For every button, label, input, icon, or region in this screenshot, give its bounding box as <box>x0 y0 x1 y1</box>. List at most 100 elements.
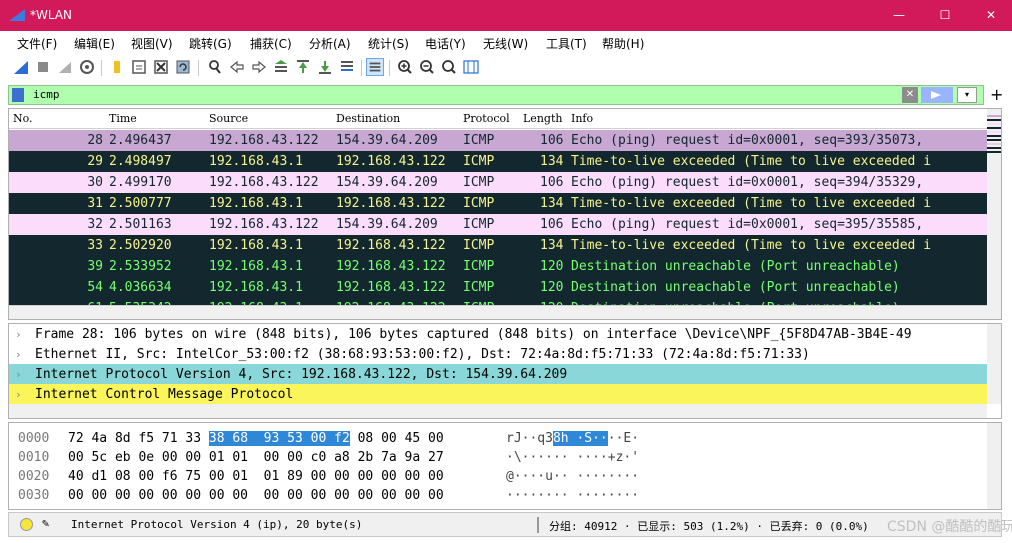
details-vertical-scrollbar[interactable] <box>987 324 1001 404</box>
expand-chevron-icon[interactable]: › <box>15 364 22 385</box>
minimap-line <box>987 143 1001 145</box>
display-filter-input[interactable]: icmp <box>33 88 60 101</box>
packet-number: 30 <box>87 175 103 190</box>
packet-row[interactable]: 39 2.533952 192.168.43.1 192.168.43.122 ICMP… <box>9 256 989 277</box>
save-icon[interactable] <box>130 58 148 76</box>
clear-filter-button[interactable]: ✕ <box>902 87 918 103</box>
restart-icon[interactable] <box>56 58 74 76</box>
ascii-bytes[interactable]: ········ ········ <box>506 486 639 505</box>
column-header-info[interactable]: Info <box>571 112 593 125</box>
packet-row[interactable]: 29 2.498497 192.168.43.1 192.168.43.122 ICMP… <box>9 151 989 172</box>
menu-capture[interactable]: 捕获(C) <box>250 35 292 52</box>
column-header-destination[interactable]: Destination <box>336 112 400 125</box>
filter-history-dropdown[interactable]: ▾ <box>957 87 977 103</box>
packet-number: 28 <box>87 133 103 148</box>
reload-icon[interactable] <box>174 58 192 76</box>
column-header-time[interactable]: Time <box>109 112 137 125</box>
expand-chevron-icon[interactable]: › <box>15 344 22 365</box>
ascii-bytes[interactable]: @····u·· ········ <box>506 467 639 486</box>
autoscroll-icon[interactable] <box>338 58 356 76</box>
packet-source: 192.168.43.1 <box>209 238 303 253</box>
menu-go[interactable]: 跳转(G) <box>189 35 232 52</box>
back-arrow-icon[interactable] <box>228 58 246 76</box>
menu-tools[interactable]: 工具(T) <box>546 35 587 52</box>
ascii-bytes[interactable]: rJ··q38h ·S····E· <box>506 429 639 448</box>
packet-row[interactable]: 54 4.036634 192.168.43.1 192.168.43.122 ICMP… <box>9 277 989 298</box>
column-header-protocol[interactable]: Protocol <box>463 112 510 125</box>
detail-tree-item[interactable]: › Frame 28: 106 bytes on wire (848 bits),… <box>9 324 987 345</box>
menu-file[interactable]: 文件(F) <box>17 35 57 52</box>
ascii-segment: @····u·· ········ <box>506 469 640 484</box>
watermark: CSDN @酷酷的酷玩 <box>887 519 1012 535</box>
expert-info-led-icon[interactable] <box>20 518 33 531</box>
menu-wireless[interactable]: 无线(W) <box>483 35 528 52</box>
packet-time: 2.500777 <box>109 196 172 211</box>
packet-list-horizontal-scrollbar[interactable] <box>9 305 987 319</box>
packet-row[interactable]: 31 2.500777 192.168.43.1 192.168.43.122 ICMP… <box>9 193 989 214</box>
hex-bytes[interactable]: 72 4a 8d f5 71 33 38 68 93 53 00 f2 08 0… <box>68 429 444 448</box>
selected-field-status: Internet Protocol Version 4 (ip), 20 byt… <box>71 518 363 531</box>
menu-analyze[interactable]: 分析(A) <box>309 35 351 52</box>
colorize-icon[interactable] <box>366 58 384 76</box>
find-icon[interactable] <box>206 58 224 76</box>
details-horizontal-scrollbar[interactable] <box>9 404 987 418</box>
capture-comment-pencil-icon[interactable]: ✎ <box>42 516 49 530</box>
column-header-length[interactable]: Length <box>523 112 562 125</box>
add-filter-button[interactable]: + <box>990 85 1003 105</box>
packet-info: Destination unreachable (Port unreachabl… <box>571 280 900 295</box>
apply-filter-button[interactable] <box>921 87 953 103</box>
packet-row[interactable]: 33 2.502920 192.168.43.1 192.168.43.122 ICMP… <box>9 235 989 256</box>
expand-chevron-icon[interactable]: › <box>15 384 22 405</box>
ascii-segment: rJ··q3 <box>506 431 553 446</box>
hex-bytes-highlighted: 38 68 93 53 00 f2 <box>208 431 350 446</box>
menu-help[interactable]: 帮助(H) <box>602 35 644 52</box>
close-file-icon[interactable] <box>152 58 170 76</box>
open-file-icon[interactable] <box>108 58 126 76</box>
hex-bytes[interactable]: 00 5c eb 0e 00 00 01 01 00 00 c0 a8 2b 7… <box>68 448 444 467</box>
packet-info: Time-to-live exceeded (Time to live exce… <box>571 238 932 253</box>
packet-time: 2.498497 <box>109 154 172 169</box>
packet-row[interactable]: 32 2.501163 192.168.43.122 154.39.64.209 ICM… <box>9 214 989 235</box>
expand-chevron-icon[interactable]: › <box>15 324 22 345</box>
column-header-no[interactable]: No. <box>13 112 33 125</box>
maximize-button[interactable]: ☐ <box>922 0 968 31</box>
packet-source: 192.168.43.1 <box>209 154 303 169</box>
hex-bytes[interactable]: 40 d1 08 00 f6 75 00 01 01 89 00 00 00 0… <box>68 467 444 486</box>
bookmark-icon[interactable] <box>12 88 24 102</box>
packet-length: 120 <box>540 280 564 295</box>
column-header-source[interactable]: Source <box>209 112 248 125</box>
ascii-bytes[interactable]: ·\······ ····+z·' <box>506 448 639 467</box>
bytes-vertical-scrollbar[interactable] <box>987 423 1001 509</box>
detail-tree-item[interactable]: › Internet Control Message Protocol <box>9 384 987 405</box>
packet-time: 2.496437 <box>109 133 172 148</box>
zoom-out-icon[interactable] <box>418 58 436 76</box>
forward-arrow-icon[interactable] <box>250 58 268 76</box>
menu-view[interactable]: 视图(V) <box>131 35 173 52</box>
stop-icon[interactable] <box>34 58 52 76</box>
close-button[interactable]: ✕ <box>968 0 1012 31</box>
first-packet-icon[interactable] <box>294 58 312 76</box>
title-bar: *WLAN — ☐ ✕ <box>0 0 1012 31</box>
packet-row[interactable]: 30 2.499170 192.168.43.122 154.39.64.209 ICM… <box>9 172 989 193</box>
options-gear-icon[interactable] <box>78 58 96 76</box>
last-packet-icon[interactable] <box>316 58 334 76</box>
goto-packet-icon[interactable] <box>272 58 290 76</box>
display-filter-bar[interactable]: icmp ✕ ▾ <box>8 85 984 105</box>
packet-number: 31 <box>87 196 103 211</box>
menu-edit[interactable]: 编辑(E) <box>74 35 115 52</box>
menu-telephony[interactable]: 电话(Y) <box>425 35 466 52</box>
detail-tree-item[interactable]: › Internet Protocol Version 4, Src: 192.1… <box>9 364 987 385</box>
hex-row: 0000 72 4a 8d f5 71 33 38 68 93 53 00 f2 … <box>9 429 987 448</box>
packet-row[interactable]: 28 2.496437 192.168.43.122 154.39.64.209 ICM… <box>9 130 989 151</box>
minimap-line <box>987 127 1001 129</box>
zoom-normal-icon[interactable] <box>440 58 458 76</box>
detail-tree-item[interactable]: › Ethernet II, Src: IntelCor_53:00:f2 (38… <box>9 344 987 365</box>
packet-info: Echo (ping) request id=0x0001, seq=395/3… <box>571 217 924 232</box>
resize-columns-icon[interactable] <box>462 58 480 76</box>
shark-fin-start-icon[interactable] <box>12 58 30 76</box>
menu-statistics[interactable]: 统计(S) <box>368 35 409 52</box>
zoom-in-icon[interactable] <box>396 58 414 76</box>
minimize-button[interactable]: — <box>876 0 922 31</box>
packet-source: 192.168.43.1 <box>209 280 303 295</box>
hex-bytes[interactable]: 00 00 00 00 00 00 00 00 00 00 00 00 00 0… <box>68 486 444 505</box>
